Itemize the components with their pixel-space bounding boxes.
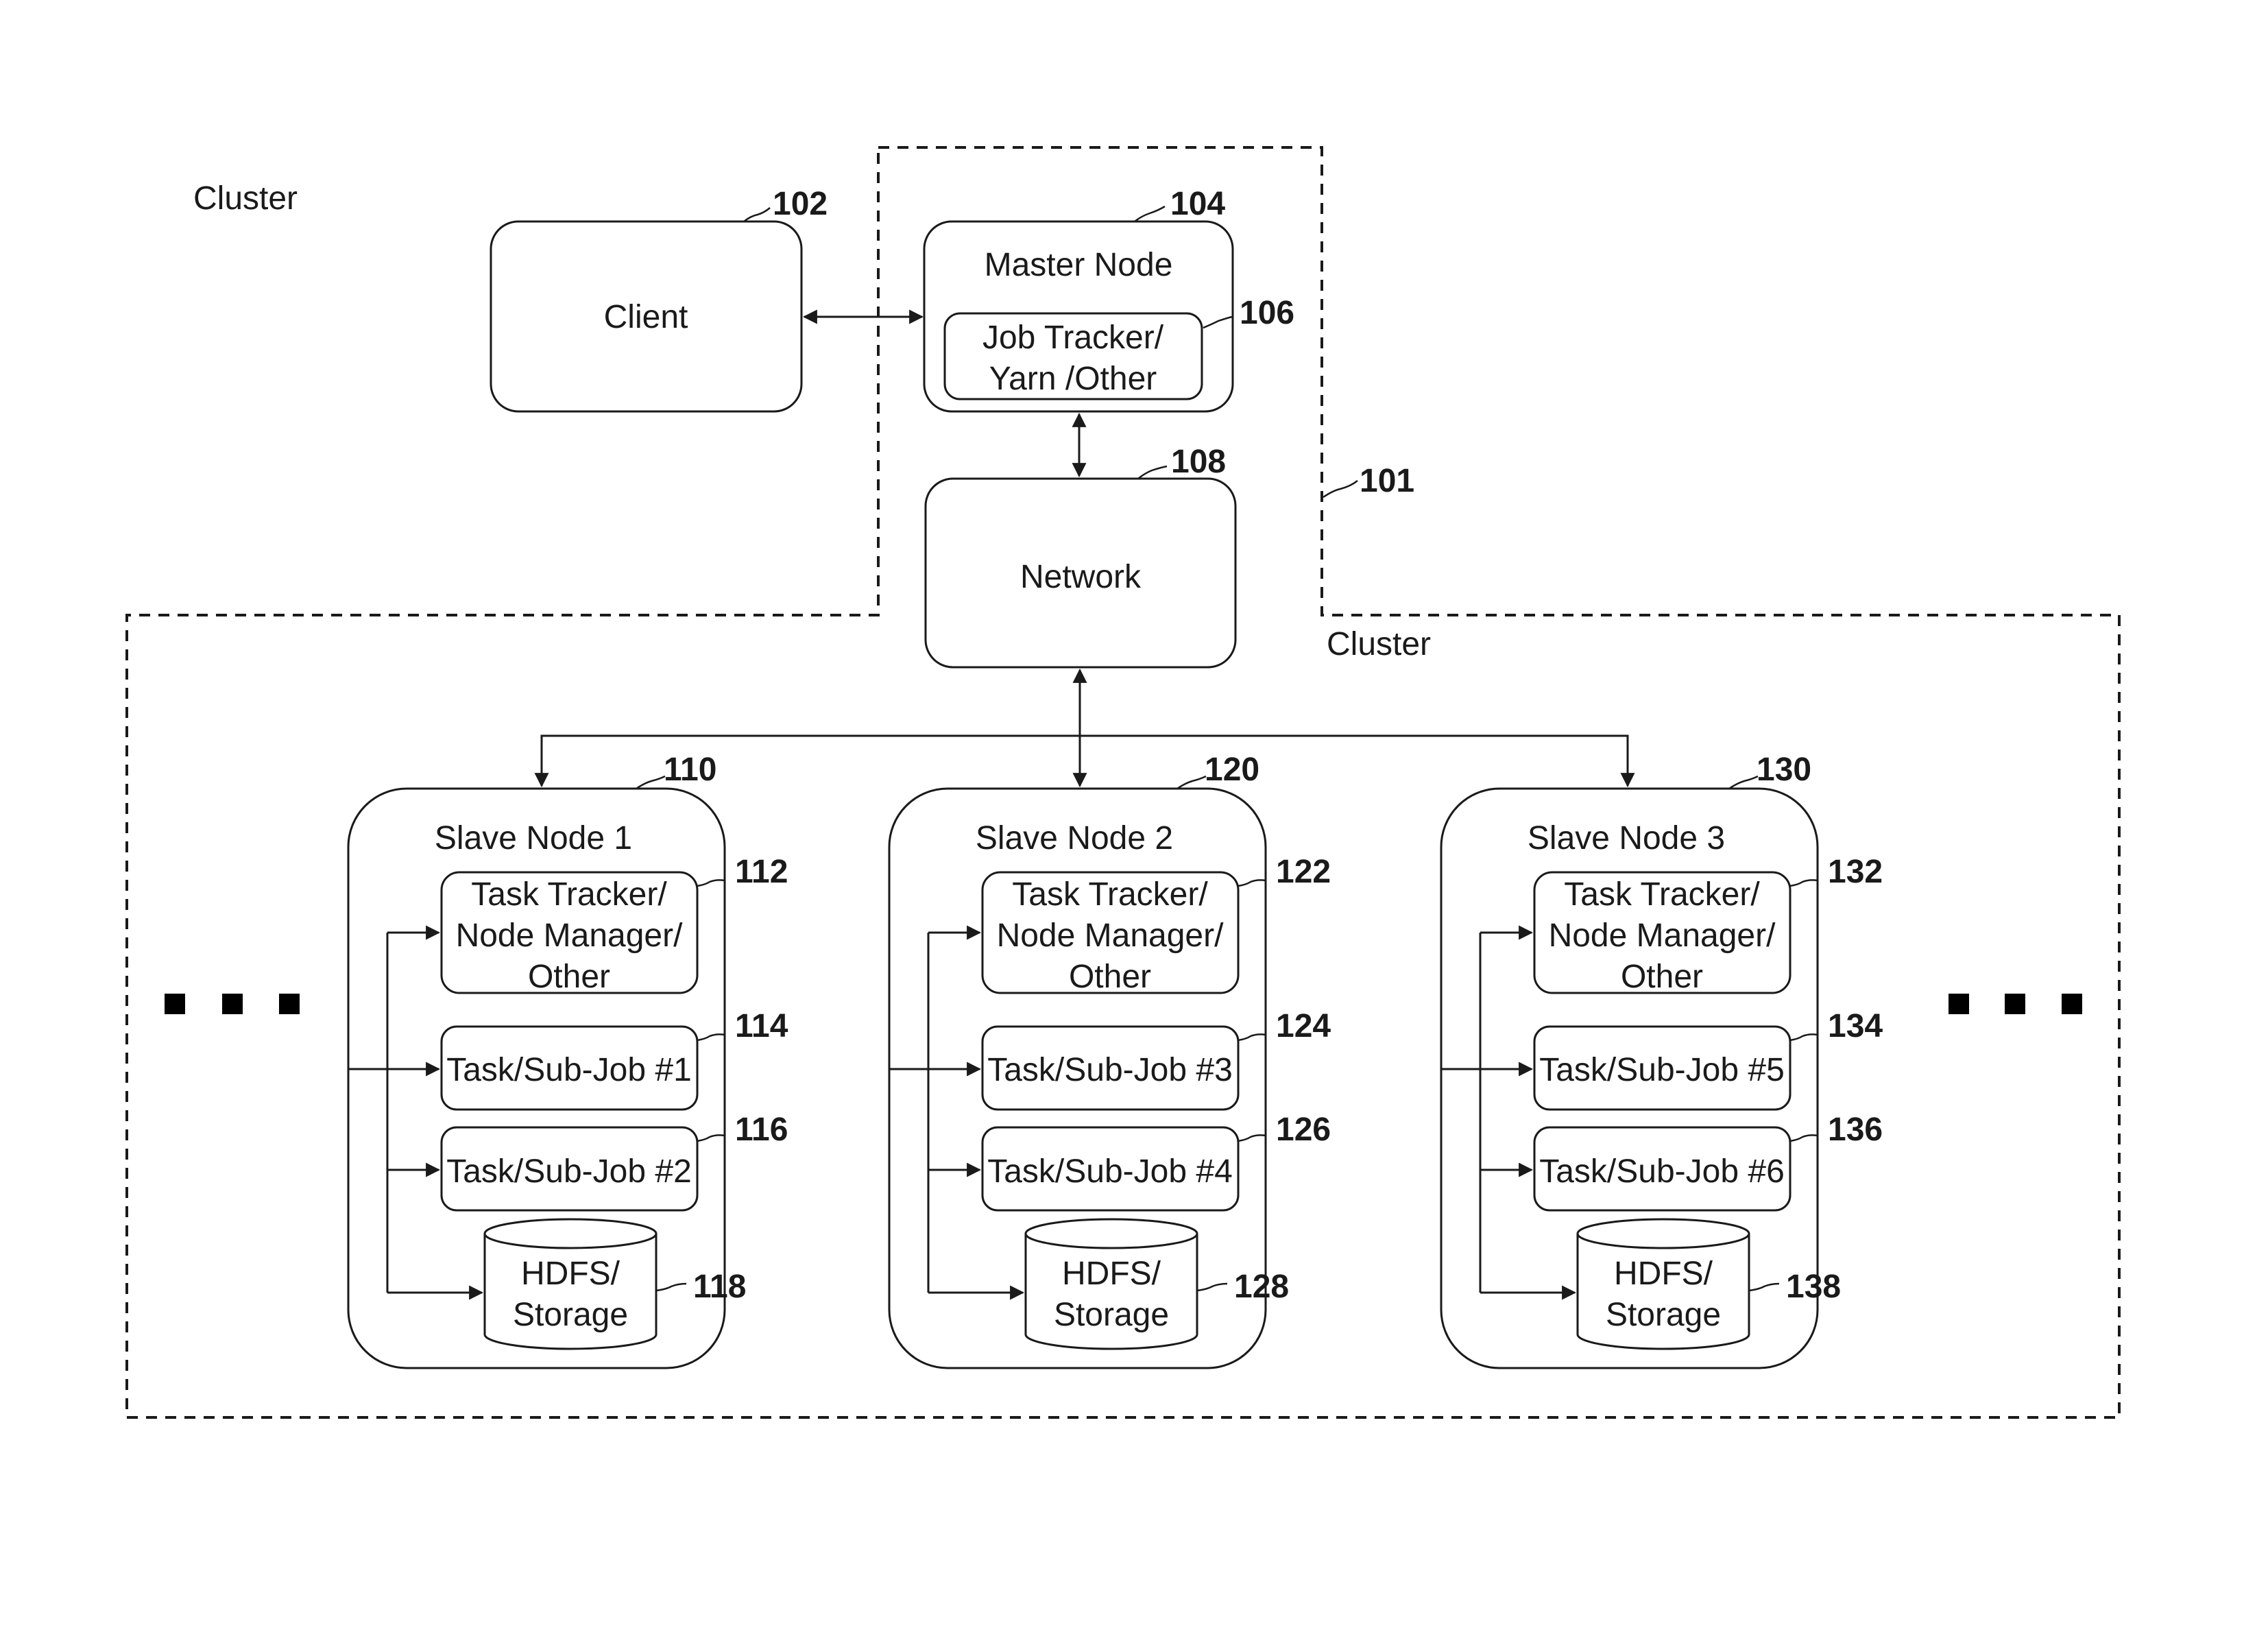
client-ref: 102: [773, 186, 828, 222]
sub-job-label: Task/Sub-Job #4: [987, 1153, 1233, 1190]
sub-job-label: Task/Sub-Job #1: [446, 1052, 692, 1088]
client-node[interactable]: Client: [490, 220, 803, 413]
sub-job-ref: 134: [1828, 1008, 1883, 1044]
task-tracker-line-1: Task Tracker/: [1564, 876, 1760, 913]
storage-line-1: HDFS/: [1614, 1256, 1713, 1292]
task-tracker-ref: 132: [1828, 854, 1883, 890]
slave-node-3[interactable]: Slave Node 3 130 Task Tracker/Node Manager…: [1440, 752, 1883, 1369]
cluster-ref: 101: [1360, 463, 1414, 499]
ellipsis-dot: [279, 994, 300, 1014]
hdfs-storage-cylinder[interactable]: HDFS/Storage: [483, 1218, 658, 1350]
sub-job-ref: 124: [1276, 1008, 1331, 1044]
storage-line-2: Storage: [1054, 1297, 1169, 1333]
task-tracker-line-3: Other: [1621, 959, 1703, 995]
slave-label: Slave Node 2: [976, 820, 1173, 856]
left-more-nodes-indicator: [165, 994, 300, 1014]
network-ref: 108: [1171, 444, 1226, 480]
cluster-architecture-diagram: Cluster 101 Cluster Client 102 Master No…: [125, 146, 2121, 1419]
slave-node-1[interactable]: Slave Node 1 110 Task Tracker/Node Manager…: [347, 752, 788, 1369]
slave-nodes: Slave Node 1 110 Task Tracker/Node Manager…: [347, 752, 1883, 1369]
ellipsis-dot: [165, 994, 185, 1014]
task-tracker-line-3: Other: [528, 959, 610, 995]
task-tracker-line-2: Node Manager/: [1549, 918, 1776, 954]
master-node[interactable]: Master Node Job Tracker/ Yarn /Other: [923, 220, 1234, 413]
cluster-ref-leader: [1323, 480, 1358, 499]
task-tracker-line-1: Task Tracker/: [471, 876, 667, 913]
client-label: Client: [604, 299, 688, 335]
slave-ref: 110: [664, 752, 716, 788]
sub-job-label: Task/Sub-Job #6: [1539, 1153, 1785, 1190]
slave-ref-leader: [1728, 775, 1759, 790]
ellipsis-dot: [2062, 994, 2082, 1014]
master-ref-leader: [1134, 205, 1166, 222]
ellipsis-dot: [2005, 994, 2025, 1014]
bottom-cluster-label: Cluster: [1327, 626, 1431, 662]
slave-label: Slave Node 3: [1528, 820, 1725, 856]
network-label: Network: [1020, 559, 1142, 595]
slave-ref-leader: [1177, 775, 1207, 790]
task-tracker-ref: 112: [735, 854, 788, 890]
network-node[interactable]: Network: [924, 477, 1237, 669]
sub-job-ref: 114: [735, 1008, 788, 1044]
storage-ref: 118: [693, 1269, 746, 1305]
task-tracker-line-2: Node Manager/: [997, 918, 1225, 954]
slave-label: Slave Node 1: [435, 820, 632, 856]
storage-ref: 128: [1234, 1269, 1289, 1305]
storage-line-1: HDFS/: [521, 1256, 620, 1292]
sub-job-ref: 116: [735, 1112, 788, 1148]
task-tracker-line-2: Node Manager/: [456, 918, 684, 954]
job-tracker-line-2: Yarn /Other: [989, 361, 1157, 397]
task-tracker-line-3: Other: [1069, 959, 1151, 995]
slave-ref: 120: [1205, 752, 1259, 788]
client-ref-leader: [743, 207, 771, 222]
slave-ref-leader: [636, 775, 666, 790]
ellipsis-dot: [1949, 994, 1969, 1014]
hdfs-storage-cylinder[interactable]: HDFS/Storage: [1024, 1218, 1198, 1350]
ellipsis-dot: [222, 994, 243, 1014]
right-more-nodes-indicator: [1949, 994, 2082, 1014]
task-tracker-line-1: Task Tracker/: [1012, 876, 1208, 913]
task-tracker-ref: 122: [1276, 854, 1331, 890]
storage-line-2: Storage: [1606, 1297, 1721, 1333]
top-cluster-label: Cluster: [193, 180, 298, 217]
job-tracker-ref: 106: [1240, 295, 1294, 331]
hdfs-storage-cylinder[interactable]: HDFS/Storage: [1576, 1218, 1750, 1350]
master-label: Master Node: [985, 247, 1173, 283]
storage-line-2: Storage: [513, 1297, 628, 1333]
storage-ref: 138: [1786, 1269, 1841, 1305]
sub-job-label: Task/Sub-Job #5: [1539, 1052, 1785, 1088]
sub-job-ref: 136: [1828, 1112, 1883, 1148]
network-ref-leader: [1137, 465, 1168, 479]
sub-job-ref: 126: [1276, 1112, 1331, 1148]
storage-line-1: HDFS/: [1062, 1256, 1161, 1292]
slave-ref: 130: [1757, 752, 1811, 788]
slave-node-2[interactable]: Slave Node 2 120 Task Tracker/Node Manager…: [888, 752, 1331, 1369]
master-ref: 104: [1170, 186, 1225, 222]
sub-job-label: Task/Sub-Job #3: [987, 1052, 1233, 1088]
job-tracker-line-1: Job Tracker/: [982, 320, 1164, 356]
sub-job-label: Task/Sub-Job #2: [446, 1153, 692, 1190]
